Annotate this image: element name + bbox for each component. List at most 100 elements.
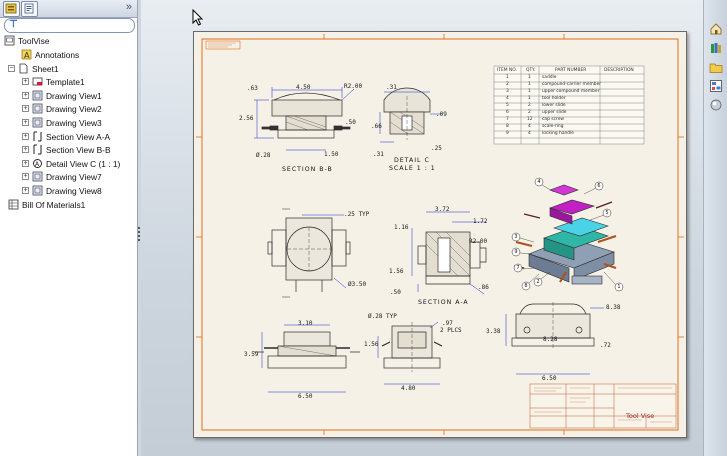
dimension-label[interactable]: 3.10 — [298, 321, 312, 327]
dimension-label[interactable]: 8.28 — [543, 337, 557, 343]
detail-c-scale-label: SCALE 1 : 1 — [389, 165, 436, 172]
tree-item-label: Drawing View2 — [46, 103, 102, 114]
tree-item-detail-view-c[interactable]: + A Detail View C (1 : 1) — [22, 157, 120, 170]
dimension-label[interactable]: Ø3.50 — [348, 282, 366, 288]
dimension-label[interactable]: 1.50 — [324, 152, 338, 158]
dimension-label[interactable]: 2 PLCS — [440, 328, 462, 334]
dimension-label[interactable]: 2.56 — [239, 116, 253, 122]
tree-item-label: Drawing View1 — [46, 90, 102, 101]
tree-item-label: Annotations — [35, 49, 80, 60]
tree-item-label: Section View A-A — [46, 131, 111, 142]
balloon-label[interactable]: 1 — [615, 283, 623, 291]
tree-item-toolvise[interactable]: ToolVise — [4, 34, 50, 47]
dimension-label[interactable]: .86 — [478, 285, 489, 291]
dimension-label[interactable]: 1.16 — [394, 225, 408, 231]
dimension-label[interactable]: .50 — [390, 290, 401, 296]
dimension-label[interactable]: Ø.28 TYP — [368, 314, 397, 320]
section-a-a-label: SECTION A-A — [418, 299, 469, 306]
expand-icon[interactable]: + — [22, 146, 29, 153]
detail-c-view — [383, 87, 431, 140]
dimension-label[interactable]: .25 — [431, 146, 442, 152]
dimension-label[interactable]: .09 — [436, 112, 447, 118]
dimension-label[interactable]: 4.80 — [401, 386, 415, 392]
dimension-label[interactable]: 6.50 — [542, 376, 556, 382]
dimension-label[interactable]: .50 — [345, 120, 356, 126]
expand-icon[interactable]: + — [22, 92, 29, 99]
balloon-label[interactable]: 5 — [603, 209, 611, 217]
front-view — [254, 331, 360, 369]
tree-item-drawing-view1[interactable]: + Drawing View1 — [22, 89, 102, 102]
appearances-icon[interactable] — [709, 98, 723, 112]
tree-item-label: ToolVise — [18, 35, 50, 46]
dimension-label[interactable]: 1.56 — [364, 342, 378, 348]
drawing-sheet[interactable]: 4.50 .63 R2.00 2.56 .50 1.50 Ø.28 .31 .6… — [193, 31, 687, 438]
tree-item-drawing-view2[interactable]: + Drawing View2 — [22, 102, 102, 115]
dimension-label[interactable]: .66 — [371, 124, 382, 130]
dimension-label[interactable]: 4.50 — [296, 85, 310, 91]
dimension-label[interactable]: 3.38 — [486, 329, 500, 335]
dimension-label[interactable]: .63 — [247, 86, 258, 92]
file-explorer-icon[interactable] — [709, 60, 723, 74]
tree-item-bill-of-materials1[interactable]: Bill Of Materials1 — [8, 198, 85, 211]
feature-filter-input[interactable]: ⊤ — [4, 18, 135, 33]
bom-cell: lower slide — [542, 103, 566, 108]
home-icon[interactable] — [709, 22, 723, 36]
expand-icon[interactable]: + — [22, 187, 29, 194]
expand-icon[interactable]: + — [22, 173, 29, 180]
tree-item-label: Template1 — [46, 76, 85, 87]
expand-icon[interactable]: + — [22, 133, 29, 140]
drawing-view-icon — [32, 103, 43, 114]
dimension-label[interactable]: 1.72 — [473, 219, 487, 225]
tree-item-annotations[interactable]: A Annotations — [21, 48, 79, 61]
expand-icon[interactable]: + — [22, 119, 29, 126]
sheet-icon — [18, 63, 29, 74]
feature-manager-tab[interactable] — [3, 1, 20, 17]
balloon-label[interactable]: 7 — [514, 264, 522, 272]
collapse-panel-icon[interactable]: » — [126, 1, 132, 13]
balloon-label[interactable]: 3 — [512, 233, 520, 241]
title-block-title[interactable]: Tool Vise — [626, 412, 654, 420]
bom-cell: tool holder — [542, 96, 566, 101]
dimension-label[interactable]: Ø.28 — [256, 153, 270, 159]
tree-item-sheet1[interactable]: − Sheet1 — [8, 62, 59, 75]
annotations-icon: A — [21, 49, 32, 60]
collapse-icon[interactable]: − — [8, 65, 15, 72]
sheet-format-icon — [32, 76, 43, 87]
tree-item-drawing-view8[interactable]: + Drawing View8 — [22, 184, 102, 197]
tree-item-drawing-view3[interactable]: + Drawing View3 — [22, 116, 102, 129]
dimension-label[interactable]: 3.59 — [244, 352, 258, 358]
bom-cell: 5 — [506, 103, 509, 108]
balloon-label[interactable]: 6 — [595, 182, 603, 190]
view-palette-icon[interactable] — [709, 79, 723, 93]
balloon-label[interactable]: 2 — [534, 278, 542, 286]
bom-header-cell: QTY. — [526, 68, 536, 73]
section-view-icon — [32, 144, 43, 155]
bom-cell: 12 — [527, 117, 533, 122]
dimension-label[interactable]: .31 — [373, 152, 384, 158]
dimension-label[interactable]: 6.50 — [298, 394, 312, 400]
balloon-label[interactable]: 4 — [535, 178, 543, 186]
bom-cell: 2 — [528, 103, 531, 108]
end-view — [381, 322, 443, 372]
dimension-label[interactable]: .31 — [386, 85, 397, 91]
tree-item-section-view-bb[interactable]: + Section View B-B — [22, 143, 111, 156]
dimension-label[interactable]: R2.00 — [469, 239, 487, 245]
expand-icon[interactable]: + — [22, 160, 29, 167]
dimension-label[interactable]: 1.56 — [389, 269, 403, 275]
dimension-label[interactable]: 3.72 — [435, 207, 449, 213]
dimension-label[interactable]: R2.00 — [344, 84, 362, 90]
balloon-label[interactable]: 9 — [512, 248, 520, 256]
design-library-icon[interactable] — [709, 41, 723, 55]
section-view-icon — [32, 131, 43, 142]
dimension-label[interactable]: 8.38 — [606, 305, 620, 311]
dimension-label[interactable]: .25 TYP — [344, 212, 369, 218]
filter-icon: ⊤ — [9, 19, 18, 30]
tree-item-section-view-aa[interactable]: + Section View A-A — [22, 130, 110, 143]
expand-icon[interactable]: + — [22, 105, 29, 112]
dimension-label[interactable]: .72 — [600, 343, 611, 349]
expand-icon[interactable]: + — [22, 78, 29, 85]
tree-item-template1[interactable]: + Template1 — [22, 75, 85, 88]
balloon-label[interactable]: 8 — [522, 282, 530, 290]
tree-item-drawing-view7[interactable]: + Drawing View7 — [22, 170, 102, 183]
property-manager-tab[interactable] — [21, 1, 38, 17]
